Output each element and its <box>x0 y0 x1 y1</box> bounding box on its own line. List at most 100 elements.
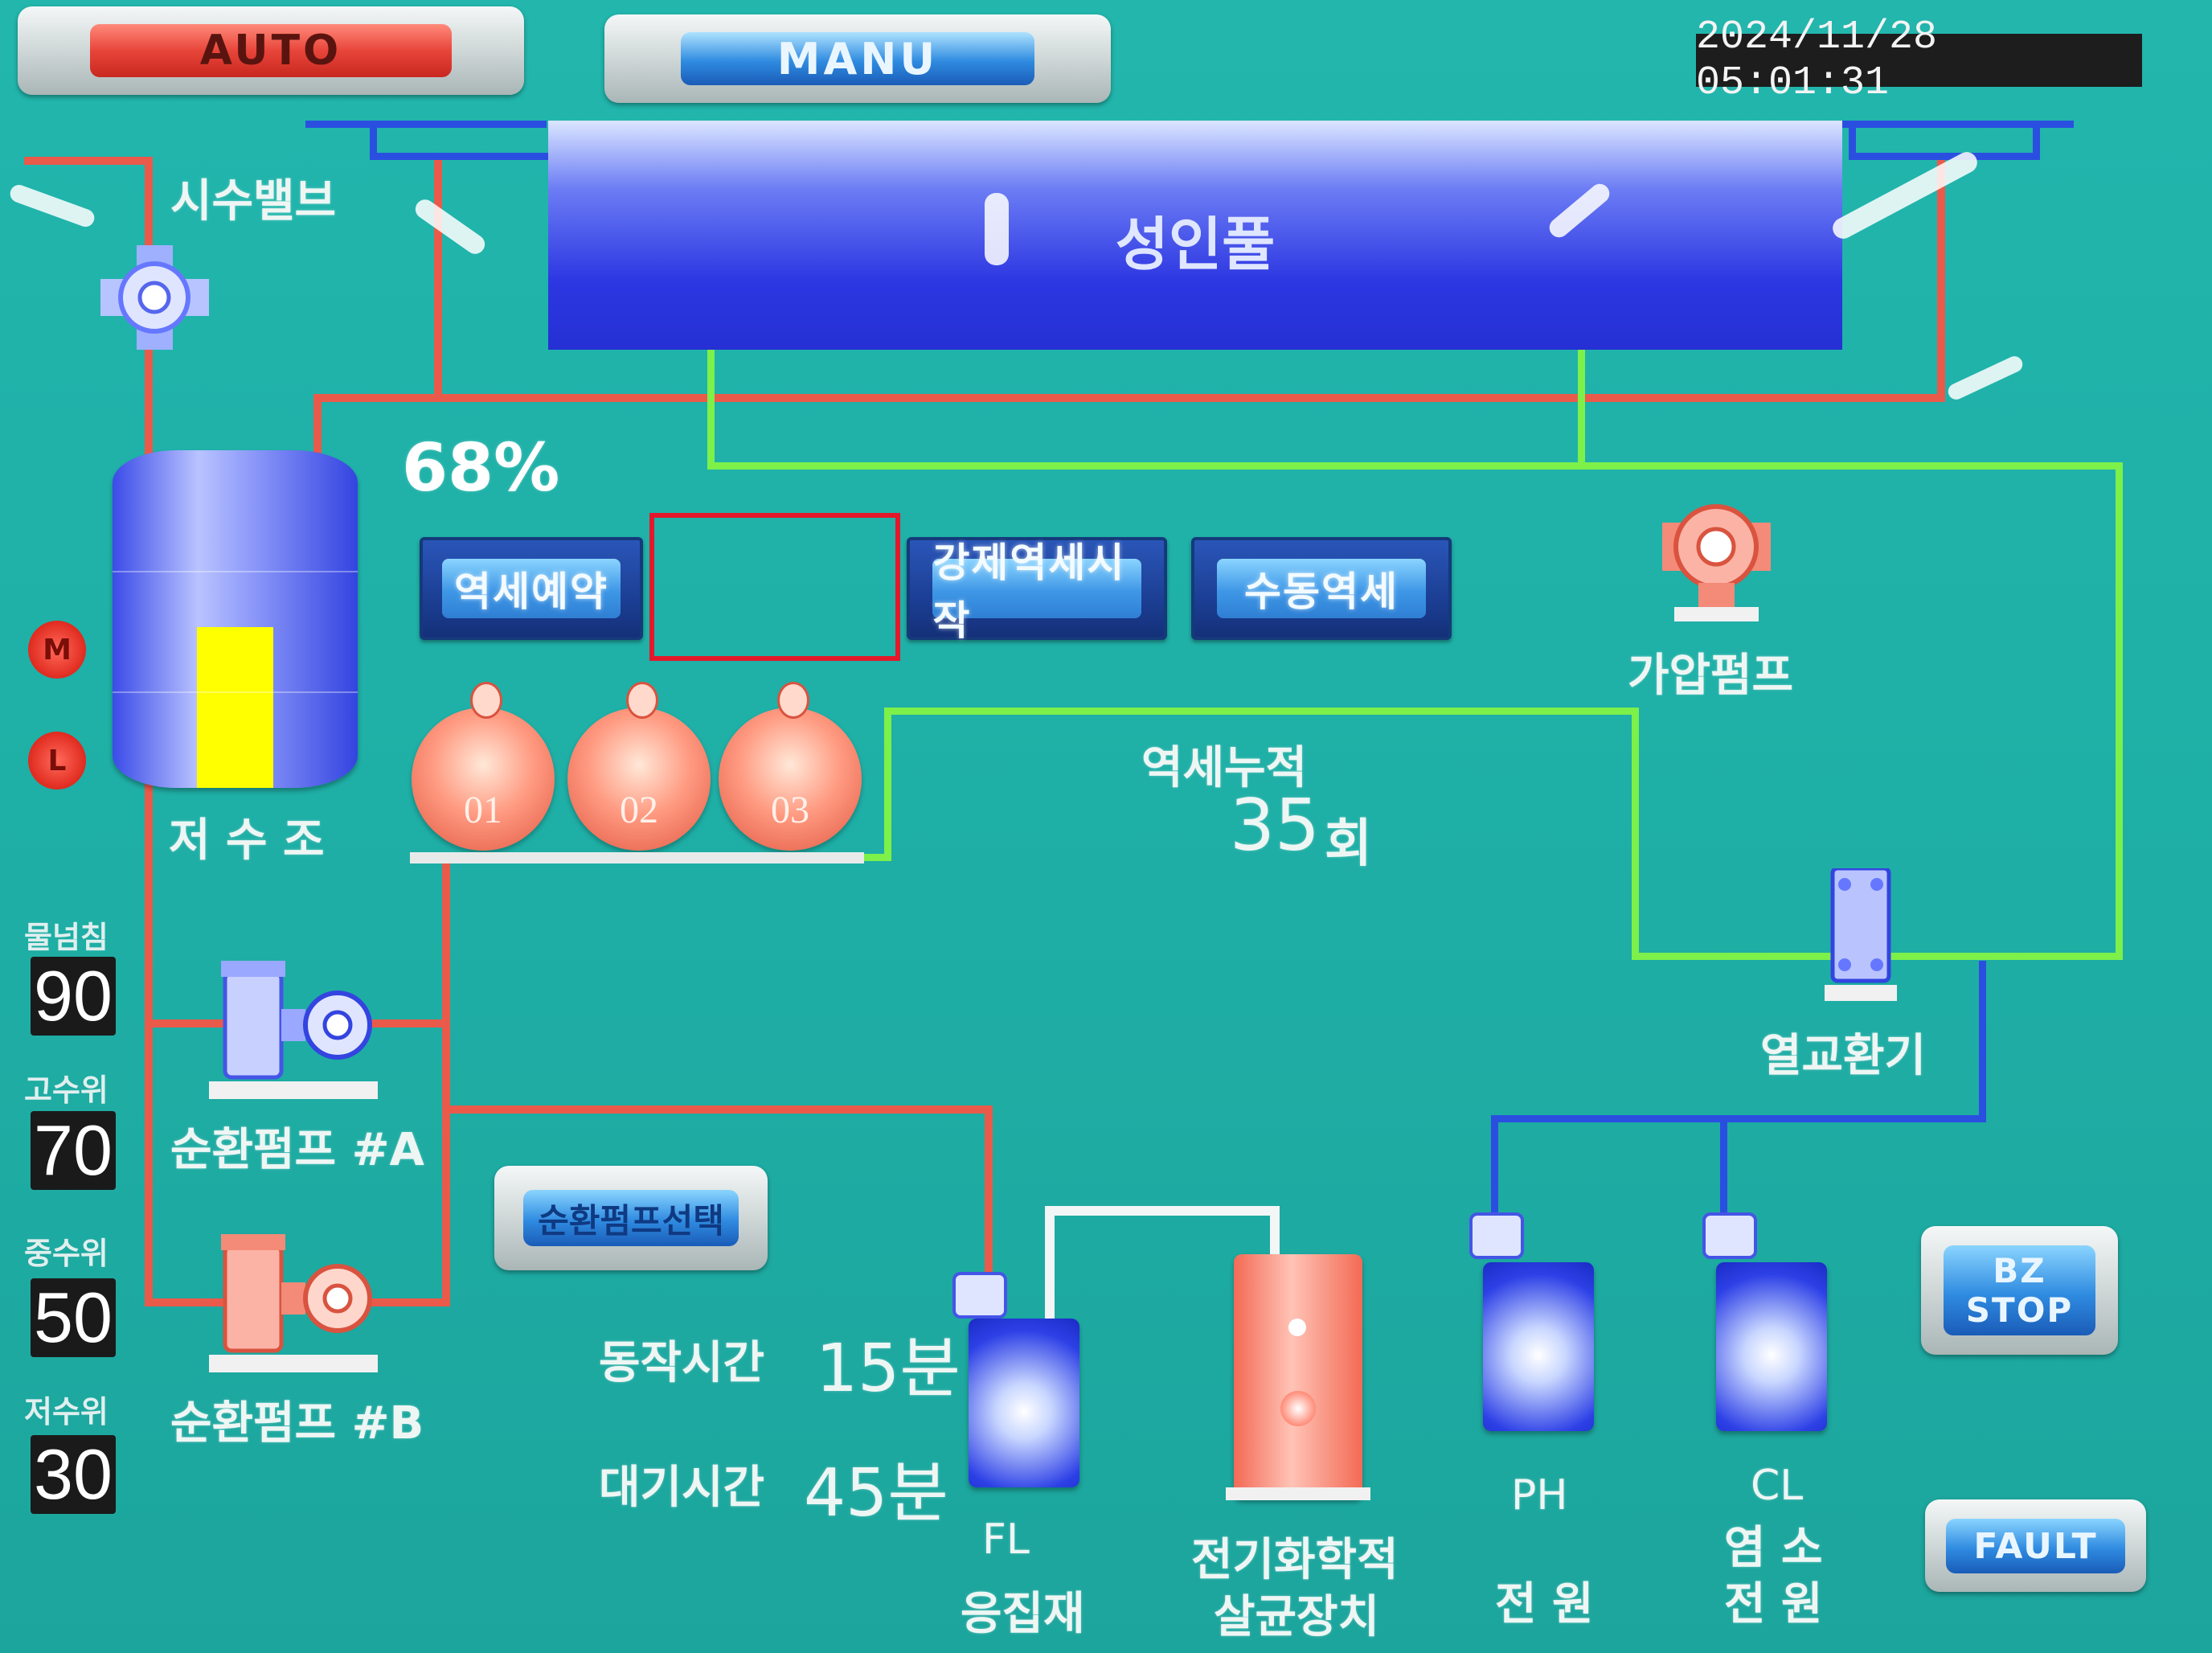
circulation-pump-select-face: 순환펌프선택 <box>523 1190 739 1246</box>
pool-label: 성인풀 <box>1115 211 1276 278</box>
run-time-label: 동작시간 <box>599 1337 765 1389</box>
hmi-screen: AUTO MANU 2024/11/28 05:01:31 성인풀 시수밸브 6… <box>0 0 2212 1653</box>
manu-label: MANU <box>776 33 939 84</box>
pipe <box>2116 462 2123 957</box>
force-backwash-start-button[interactable]: 강제역세시작 <box>907 537 1167 644</box>
bz-stop-face: BZ STOP <box>1944 1245 2095 1335</box>
electro-label-line1: 전기화학적 <box>1191 1534 1399 1586</box>
cl-label-line3: 전 원 <box>1724 1578 1823 1630</box>
fault-label: FAULT <box>1973 1525 2098 1567</box>
pipe <box>442 1105 993 1114</box>
run-time-value: 15분 <box>816 1331 961 1407</box>
pipe <box>1045 1206 1055 1319</box>
reservoir-tank <box>113 450 358 788</box>
heat-exchanger-icon[interactable] <box>1825 866 1897 1005</box>
filter-valve-icon <box>777 682 809 719</box>
ph-tank[interactable] <box>1483 1262 1594 1431</box>
ph-valve-icon <box>1469 1212 1524 1259</box>
level-value-overflow[interactable]: 90 <box>31 956 116 1036</box>
circulation-pump-select-label: 순환펌프선택 <box>538 1200 724 1241</box>
reservoir-percent: 68% <box>402 430 560 507</box>
fl-label-line2: 응집재 <box>961 1588 1085 1640</box>
manual-backwash-button[interactable]: 수동역세 <box>1191 537 1452 640</box>
bz-stop-button[interactable]: BZ STOP <box>1921 1226 2118 1355</box>
level-value-high[interactable]: 70 <box>31 1110 116 1190</box>
level-value-low[interactable]: 30 <box>31 1434 116 1514</box>
backwash-schedule-label: 역세예약 <box>453 568 608 615</box>
bz-label: BZ <box>1993 1251 2046 1290</box>
glare <box>412 195 489 258</box>
level-value-text: 70 <box>34 1110 113 1190</box>
ph-label-line2: 전 원 <box>1495 1578 1594 1630</box>
valve-icon <box>100 245 209 350</box>
fl-coagulant-tank[interactable] <box>969 1319 1079 1487</box>
cl-tank[interactable] <box>1716 1262 1827 1431</box>
cl-label-line1: CL <box>1751 1462 1804 1510</box>
glare <box>7 182 97 230</box>
circulation-pump-a-label: 순환펌프 #A <box>170 1124 424 1176</box>
manu-button[interactable]: MANU <box>604 14 1111 103</box>
manu-button-face: MANU <box>681 32 1034 85</box>
pipe <box>442 860 450 1306</box>
reservoir-divider <box>113 691 358 693</box>
pipe <box>434 157 442 398</box>
filter-tank-03[interactable]: 03 <box>719 708 862 851</box>
cl-label-line2: 염 소 <box>1724 1522 1823 1574</box>
glare <box>985 193 1009 265</box>
sterilizer-indicator <box>1288 1319 1306 1336</box>
valve-label: 시수밸브 <box>170 175 337 228</box>
sterilizer-base <box>1226 1487 1370 1500</box>
fault-button[interactable]: FAULT <box>1925 1499 2146 1592</box>
stop-label: STOP <box>1965 1290 2074 1330</box>
force-backwash-start-label: 강제역세시작 <box>932 539 1126 644</box>
glare <box>1829 148 1981 243</box>
filter-number: 03 <box>771 789 809 831</box>
electro-label-line2: 살균장치 <box>1214 1591 1380 1643</box>
pipe <box>313 394 1945 402</box>
level-indicator-m: M <box>28 621 86 679</box>
cl-valve-icon <box>1702 1212 1757 1259</box>
backwash-schedule-button[interactable]: 역세예약 <box>420 537 643 640</box>
backwash-count-unit: 회 <box>1325 814 1372 874</box>
pipe <box>1578 346 1585 466</box>
auto-button-face: AUTO <box>90 24 452 77</box>
circulation-pump-b-label: 순환펌프 #B <box>170 1397 424 1450</box>
pipe <box>1979 961 1986 1122</box>
level-label-overflow: 물넘침 <box>24 920 109 955</box>
filter-base <box>410 852 864 863</box>
level-label-mid: 중수위 <box>24 1236 109 1271</box>
level-indicator-l: L <box>28 732 86 790</box>
filter-number: 01 <box>464 789 502 831</box>
pipe <box>24 157 153 165</box>
reservoir-label: 저 수 조 <box>169 814 325 867</box>
datetime-display: 2024/11/28 05:01:31 <box>1696 14 2142 106</box>
pipe <box>1937 157 1945 398</box>
level-value-text: 90 <box>34 956 113 1036</box>
auto-button[interactable]: AUTO <box>18 6 524 95</box>
pipe <box>1632 708 1639 960</box>
datetime-text: 2024/11/28 05:01:31 <box>1696 14 1938 106</box>
circulation-pump-b-icon[interactable] <box>205 1226 382 1379</box>
fault-face: FAULT <box>1946 1519 2125 1573</box>
wait-time-label: 대기시간 <box>599 1462 765 1514</box>
reservoir-divider <box>113 571 358 572</box>
wait-time-value: 45분 <box>804 1455 948 1532</box>
pressure-pump-icon[interactable] <box>1662 498 1771 627</box>
circulation-pump-select-button[interactable]: 순환펌프선택 <box>494 1166 768 1270</box>
level-value-mid[interactable]: 50 <box>31 1278 116 1357</box>
level-label-low: 저수위 <box>24 1394 109 1429</box>
glare <box>1945 353 2026 403</box>
pipe <box>985 1105 993 1290</box>
electro-sterilizer-unit[interactable] <box>1226 1254 1370 1500</box>
pipe <box>1491 1115 1986 1122</box>
filter-tank-02[interactable]: 02 <box>567 708 711 851</box>
ph-label-line1: PH <box>1511 1471 1568 1520</box>
filter-number: 02 <box>620 789 658 831</box>
hidden-button-highlight[interactable] <box>649 513 900 661</box>
circulation-pump-a-icon[interactable] <box>205 953 382 1105</box>
pool-rim-right <box>1849 121 2040 160</box>
fl-label-line1: FL <box>982 1516 1030 1564</box>
filter-tank-01[interactable]: 01 <box>412 708 555 851</box>
level-value-text: 30 <box>34 1434 113 1514</box>
filter-valve-icon <box>626 682 658 719</box>
